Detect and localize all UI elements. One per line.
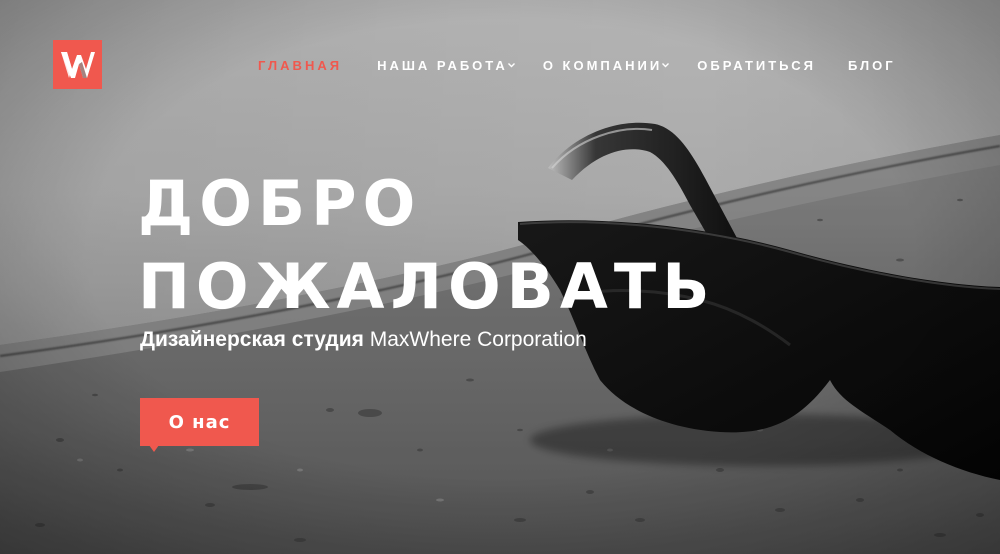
hero-title-line-2: ПОЖАЛОВАТЬ [138, 250, 716, 323]
nav-item-home[interactable]: ГЛАВНАЯ [258, 58, 342, 73]
nav-item-label: БЛОГ [847, 57, 896, 73]
hero-subtitle: Дизайнерская студия MaxWhere Corporation [140, 328, 587, 352]
nav-item-label: ОБРАТИТЬСЯ [697, 57, 816, 73]
chevron-down-icon [507, 60, 517, 70]
nav-item-label: НАША РАБОТА [377, 57, 508, 73]
nav-item-blog[interactable]: БЛОГ [848, 58, 896, 73]
main-nav: ГЛАВНАЯ НАША РАБОТА О КОМПАНИИ ОБРАТИТЬС… [258, 57, 896, 73]
nav-item-label: О КОМПАНИИ [542, 57, 663, 73]
about-us-button-tail [149, 445, 159, 452]
hero-subtitle-studio: Дизайнерская студия [140, 328, 364, 351]
nav-item-about[interactable]: О КОМПАНИИ [543, 58, 671, 73]
hero-title: ДОБРО ПОЖАЛОВАТЬ [138, 162, 715, 328]
chevron-down-icon [661, 60, 671, 70]
hero-title-line-1: ДОБРО [138, 167, 422, 240]
logo-w-mark [60, 51, 95, 78]
nav-item-our-work[interactable]: НАША РАБОТА [377, 58, 517, 73]
hero-subtitle-company: MaxWhere Corporation [363, 328, 587, 351]
about-us-button[interactable]: О нас [140, 398, 259, 446]
nav-item-label: ГЛАВНАЯ [258, 57, 343, 73]
nav-item-contact[interactable]: ОБРАТИТЬСЯ [697, 58, 816, 73]
logo[interactable] [53, 40, 102, 89]
